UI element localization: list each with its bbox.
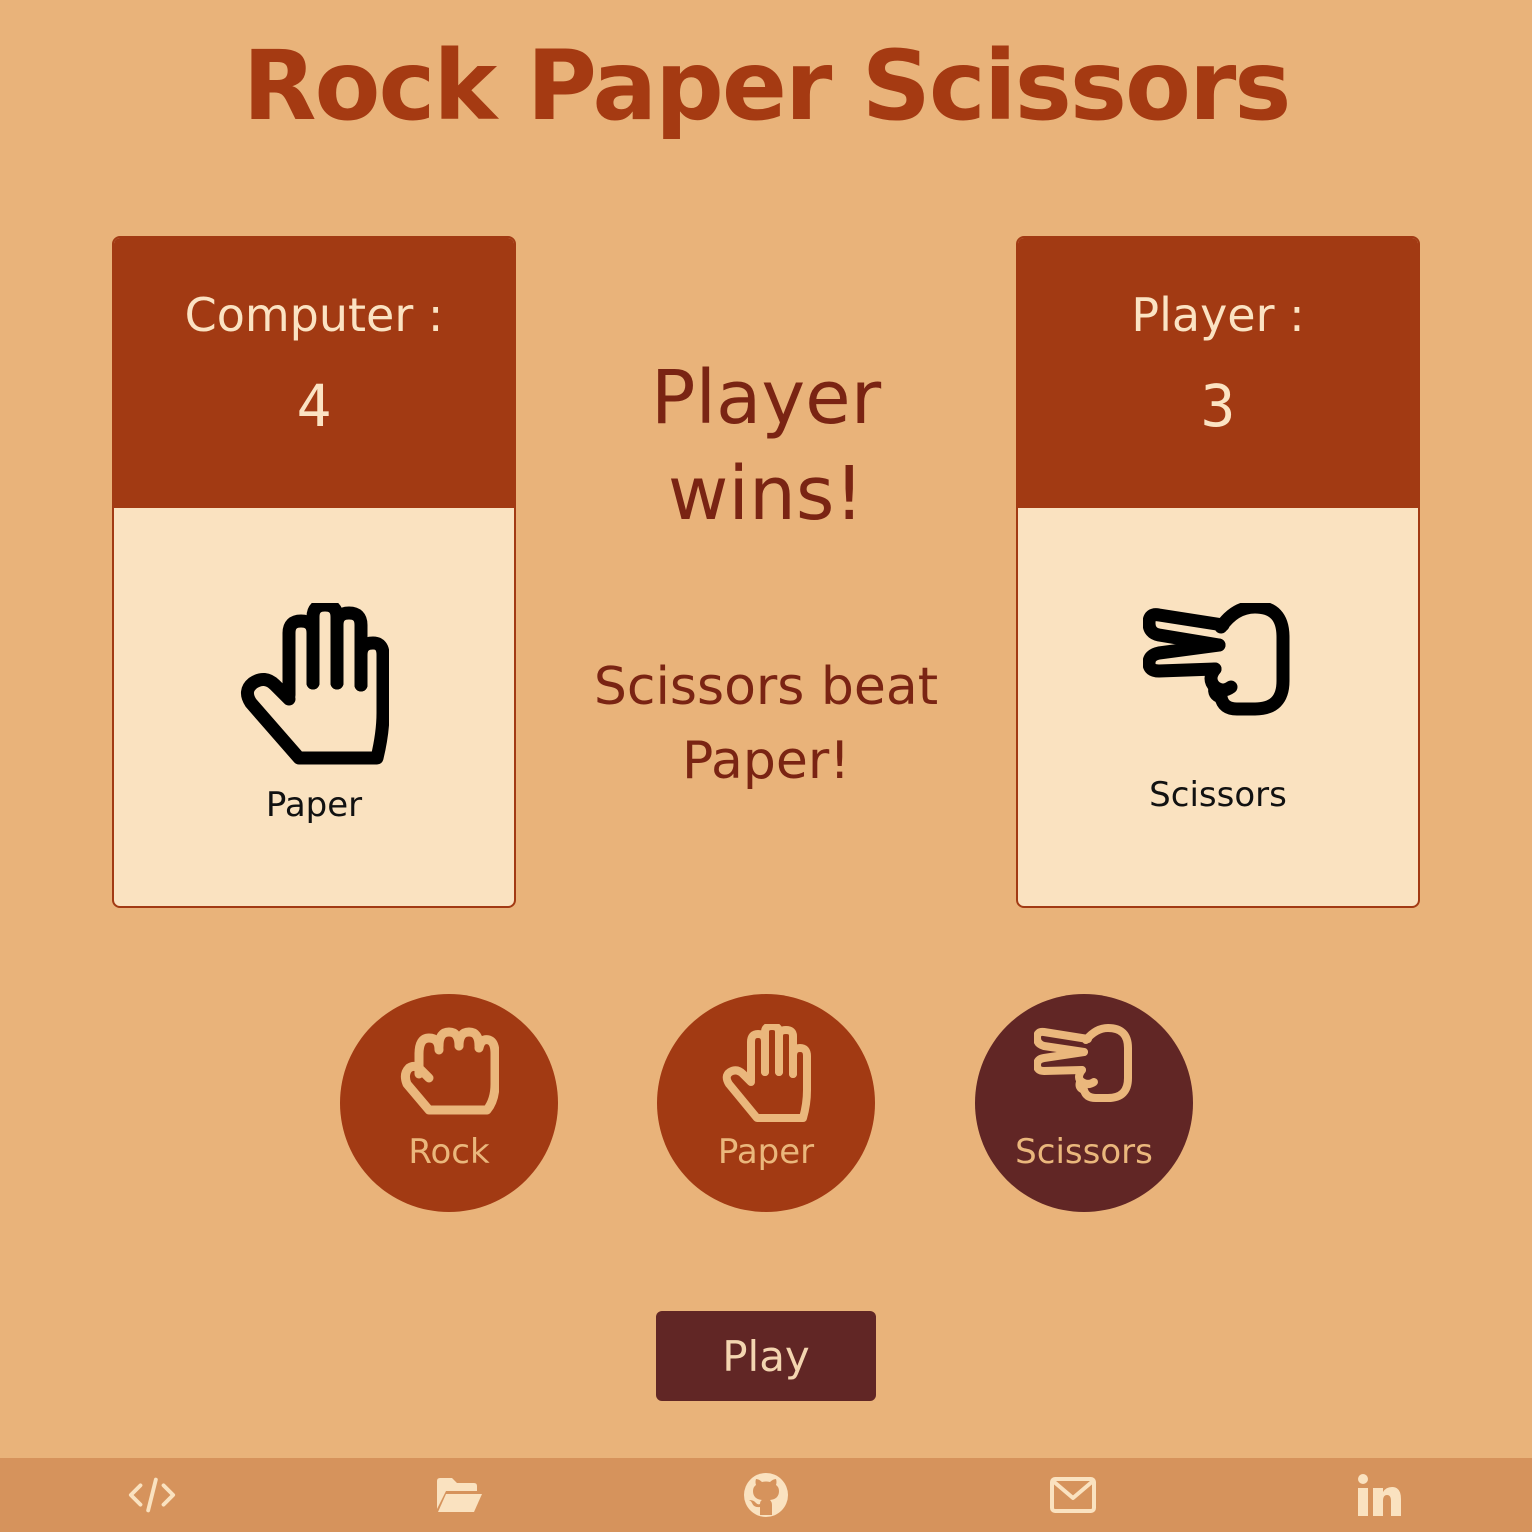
player-card: Player : 3 Scissors <box>1016 236 1420 908</box>
computer-card-body: Paper <box>114 508 514 906</box>
linkedin-icon[interactable] <box>1354 1472 1404 1518</box>
scissors-hand-icon <box>1018 603 1418 723</box>
computer-score: 4 <box>296 372 332 440</box>
computer-label: Computer : <box>184 288 444 342</box>
computer-choice-label: Paper <box>265 785 363 825</box>
scissors-hand-icon <box>975 1024 1193 1106</box>
scissors-button[interactable]: Scissors <box>975 994 1193 1212</box>
rock-button-label: Rock <box>408 1132 490 1172</box>
player-label: Player : <box>1131 288 1305 342</box>
footer <box>0 1458 1532 1532</box>
result-detail: Scissors beat Paper! <box>593 657 939 791</box>
page-title: Rock Paper Scissors <box>242 30 1292 142</box>
code-icon[interactable] <box>127 1472 177 1518</box>
paper-hand-icon <box>657 1024 875 1124</box>
computer-card: Computer : 4 Paper <box>112 236 516 908</box>
mail-icon[interactable] <box>1048 1472 1098 1518</box>
play-button[interactable]: Play <box>656 1311 876 1401</box>
player-score: 3 <box>1200 372 1236 440</box>
player-card-body: Scissors <box>1018 508 1418 906</box>
paper-button-label: Paper <box>717 1132 815 1172</box>
winner-text: Player wins! <box>650 355 882 537</box>
paper-hand-icon <box>114 603 514 773</box>
rock-fist-icon <box>340 1024 558 1119</box>
rock-button[interactable]: Rock <box>340 994 558 1212</box>
computer-card-header: Computer : 4 <box>114 238 514 508</box>
scissors-button-label: Scissors <box>1015 1132 1153 1172</box>
paper-button[interactable]: Paper <box>657 994 875 1212</box>
player-card-header: Player : 3 <box>1018 238 1418 508</box>
player-choice-label: Scissors <box>1149 775 1287 815</box>
github-icon[interactable] <box>741 1472 791 1518</box>
folder-icon[interactable] <box>434 1472 484 1518</box>
